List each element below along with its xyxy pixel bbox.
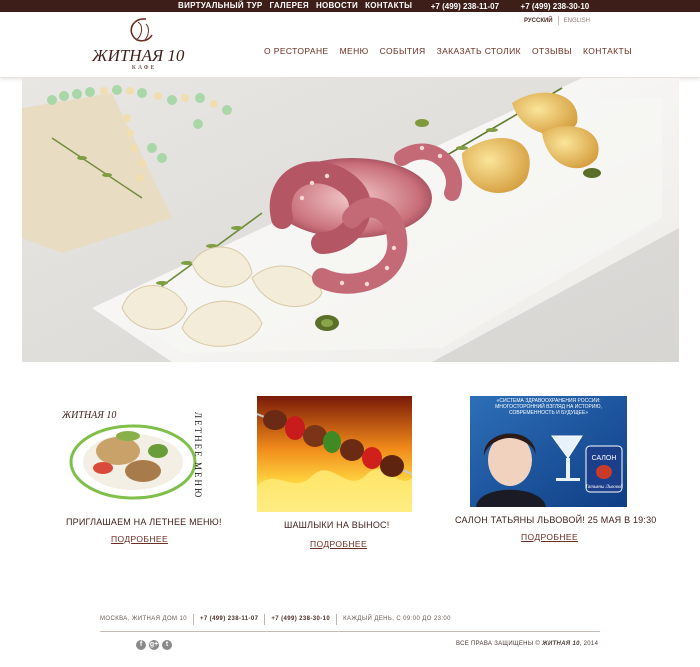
logo[interactable]: ЖИТНАЯ 10 КАФЕ [92,16,196,71]
main-nav: О РЕСТОРАНЕ МЕНЮ СОБЫТИЯ ЗАКАЗАТЬ СТОЛИК… [264,46,643,56]
twitter-icon[interactable]: t [162,640,172,650]
header: РУССКИЙ ENGLISH ЖИТНАЯ 10 КАФЕ О РЕСТОРА… [0,12,700,78]
footer-hours: КАЖДЫЙ ДЕНЬ, С 09:00 ДО 23:00 [343,616,451,622]
top-link-news[interactable]: НОВОСТИ [316,0,358,12]
footer-phone-1[interactable]: +7 (499) 238-11-07 [200,616,258,622]
promo-salon-title: САЛОН ТАТЬЯНЫ ЛЬВОВОЙ! 25 МАЯ В 19:30 [455,515,657,525]
promo-salon-image[interactable]: «СИСТЕМА ЗДРАВООХРАНЕНИЯ РОССИИ: МНОГОСТ… [470,396,627,507]
footer-rule [100,631,600,632]
copyright-prefix: ВСЕ ПРАВА ЗАЩИЩЕНЫ © [456,641,541,647]
promo-summer-menu-image-logo: ЖИТНАЯ 10 [61,410,116,421]
nav-events[interactable]: СОБЫТИЯ [380,46,426,56]
logo-monogram-icon [130,18,153,42]
footer-address: МОСКВА, ЖИТНАЯ ДОМ 10 [100,616,187,622]
nav-reviews[interactable]: ОТЗЫВЫ [532,46,572,56]
facebook-icon[interactable]: f [136,640,146,650]
footer-divider [264,613,266,625]
copyright-brand: ЖИТНАЯ 10 [542,641,580,647]
nav-about[interactable]: О РЕСТОРАНЕ [264,46,329,56]
promo-shashlik-title: ШАШЛЫКИ НА ВЫНОС! [284,520,390,530]
logo-name: ЖИТНАЯ 10 [92,46,185,65]
social-links: f g+ t [136,640,175,650]
promo-salon-image-header: «СИСТЕМА ЗДРАВООХРАНЕНИЯ РОССИИ: МНОГОСТ… [495,398,602,416]
footer-info: МОСКВА, ЖИТНАЯ ДОМ 10 +7 (499) 238-11-07… [100,609,600,629]
nav-book-table[interactable]: ЗАКАЗАТЬ СТОЛИК [437,46,521,56]
lang-english[interactable]: ENGLISH [564,18,590,24]
language-switcher: РУССКИЙ ENGLISH [524,16,590,25]
top-link-gallery[interactable]: ГАЛЕРЕЯ [270,0,309,12]
top-links: ВИРТУАЛЬНЫЙ ТУР ГАЛЕРЕЯ НОВОСТИ КОНТАКТЫ [178,0,419,12]
promo-shashlik-more-link[interactable]: ПОДРОБНЕЕ [310,539,367,549]
footer-divider [336,613,338,625]
promo-summer-menu-more-link[interactable]: ПОДРОБНЕЕ [111,534,168,544]
lang-divider [557,16,559,25]
top-link-contacts[interactable]: КОНТАКТЫ [365,0,412,12]
promo-salon-image-badge-2: Татьяны Львовой [585,484,623,490]
footer-divider [192,613,194,625]
footer-phone-2[interactable]: +7 (499) 238-30-10 [271,616,330,622]
logo-subtitle: КАФЕ [131,65,157,71]
promo-salon-image-badge-1: САЛОН [592,455,617,462]
hero-image [22,78,679,362]
lang-russian[interactable]: РУССКИЙ [524,18,553,24]
promo-shashlik-image[interactable] [257,396,412,512]
nav-contacts[interactable]: КОНТАКТЫ [583,46,632,56]
promo-summer-menu-title: ПРИГЛАШАЕМ НА ЛЕТНЕЕ МЕНЮ! [66,517,222,527]
top-bar: ВИРТУАЛЬНЫЙ ТУР ГАЛЕРЕЯ НОВОСТИ КОНТАКТЫ… [0,0,700,14]
promo-salon-more-link[interactable]: ПОДРОБНЕЕ [521,532,578,542]
copyright: ВСЕ ПРАВА ЗАЩИЩЕНЫ © ЖИТНАЯ 10, 2014 [456,641,598,647]
promo-summer-menu-image[interactable]: ЖИТНАЯ 10 ЛЕТНЕЕ МЕНЮ [58,396,213,508]
google-plus-icon[interactable]: g+ [149,640,159,650]
nav-menu[interactable]: МЕНЮ [340,46,369,56]
promo-summer-menu-image-text-2: МЕНЮ [193,462,203,499]
copyright-year: , 2014 [579,641,599,647]
promo-summer-menu-image-text-1: ЛЕТНЕЕ [193,412,203,459]
top-link-virtual-tour[interactable]: ВИРТУАЛЬНЫЙ ТУР [178,0,263,12]
